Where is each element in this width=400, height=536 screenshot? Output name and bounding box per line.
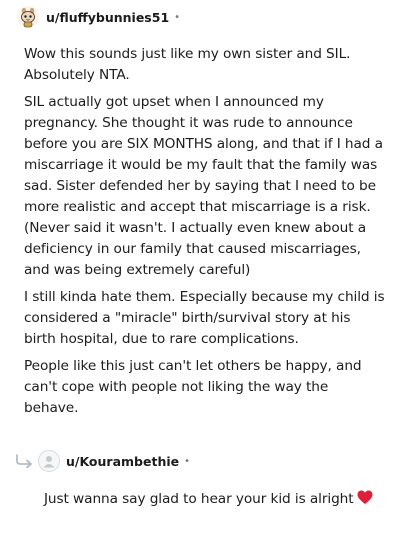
comment-body: Wow this sounds just like my own sister … [24, 44, 386, 425]
snoo-avatar-icon [17, 6, 39, 28]
comment-paragraph: Wow this sounds just like my own sister … [24, 46, 351, 83]
default-avatar-icon [43, 456, 55, 468]
comment-body: Just wanna say glad to hear your kid is … [44, 489, 384, 510]
reply-arrow-icon [16, 454, 32, 468]
comment-username[interactable]: u/fluffybunnies51 [46, 10, 169, 25]
user-avatar[interactable] [38, 450, 60, 472]
user-avatar[interactable] [17, 6, 39, 28]
comment-paragraph: SIL actually got upset when I announced … [24, 94, 383, 278]
meta-separator: • [184, 455, 191, 467]
heart-icon [357, 490, 373, 504]
comment-text: Just wanna say glad to hear your kid is … [44, 491, 354, 507]
reply-header: u/Kourambethie • [14, 449, 190, 473]
comment-paragraph: People like this just can't let others b… [24, 358, 362, 416]
comment-username[interactable]: u/Kourambethie [66, 454, 179, 469]
comment-header: u/fluffybunnies51 • [17, 4, 180, 30]
meta-separator: • [174, 11, 181, 23]
comment-paragraph: I still kinda hate them. Especially beca… [24, 289, 385, 347]
